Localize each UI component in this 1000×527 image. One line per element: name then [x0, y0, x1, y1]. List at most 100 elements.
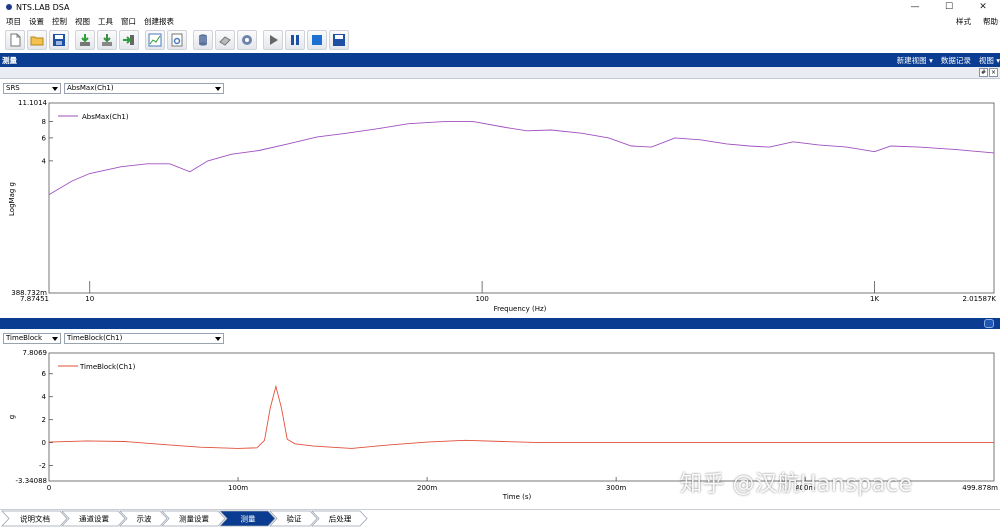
load-arrow-icon	[123, 35, 134, 45]
save-data-icon	[333, 34, 345, 46]
workflow-tab-label: 通道设置	[79, 514, 109, 524]
play-button[interactable]	[263, 30, 283, 50]
top-x-tick-label: 100	[475, 295, 488, 303]
bottom-legend-label: TimeBlock(Ch1)	[79, 363, 136, 371]
menu-style[interactable]: 样式	[956, 16, 971, 27]
menu-project[interactable]: 项目	[6, 16, 21, 27]
pause-button[interactable]	[285, 30, 305, 50]
new-view-button[interactable]: 新建视图 ▾	[897, 55, 933, 66]
chevron-down-icon	[215, 336, 221, 341]
bottom-plot-area	[48, 352, 995, 482]
workflow-tab[interactable]: 说明文档	[1, 510, 68, 527]
srs-chart: AbsMax(Ch1) LogMag g 11.1014 388.732m 7.…	[0, 95, 1000, 317]
import-button[interactable]	[75, 30, 95, 50]
top-view-subbar: # ×	[0, 67, 1000, 79]
play-icon	[270, 35, 278, 45]
bottom-mode-value: TimeBlock	[6, 334, 43, 342]
workflow-tab[interactable]: 验证	[269, 510, 318, 527]
workflow-tab-label: 验证	[287, 514, 302, 524]
maximize-button[interactable]: ☐	[932, 0, 966, 14]
top-x-tick-label: 10	[85, 295, 94, 303]
window-title: NTS.LAB DSA	[16, 2, 70, 12]
bottom-y-tick-label: -2	[39, 462, 46, 470]
bottom-channel-select[interactable]: TimeBlock(Ch1)	[64, 332, 224, 344]
save-button[interactable]	[49, 30, 69, 50]
workflow-tab[interactable]: 通道设置	[61, 510, 126, 527]
database-button[interactable]	[193, 30, 213, 50]
bottom-x-min-label: 0	[47, 484, 51, 492]
view-splitter[interactable]	[0, 318, 1000, 329]
menu-window[interactable]: 窗口	[121, 16, 136, 27]
bottom-selector-row: TimeBlock TimeBlock(Ch1)	[0, 331, 1000, 345]
bottom-y-tick-label: 0	[42, 439, 46, 447]
menu-help[interactable]: 帮助	[983, 16, 998, 27]
top-channel-select[interactable]: AbsMax(Ch1)	[64, 82, 224, 94]
bottom-y-axis-label: g	[8, 415, 16, 419]
minimize-button[interactable]: —	[898, 0, 932, 14]
top-x-axis-label: Frequency (Hz)	[494, 305, 547, 313]
bottom-mode-select[interactable]: TimeBlock	[3, 332, 61, 344]
top-y-axis-label: LogMag g	[8, 182, 16, 216]
bottom-channel-value: TimeBlock(Ch1)	[67, 334, 123, 342]
load-button[interactable]	[119, 30, 139, 50]
close-view-icon[interactable]: ×	[989, 68, 998, 77]
top-x-tick-label: 1K	[870, 295, 879, 303]
stop-button[interactable]	[307, 30, 327, 50]
bottom-y-tick-label: 4	[42, 393, 47, 401]
chart-view-button[interactable]	[145, 30, 165, 50]
page-gear-icon	[171, 33, 183, 47]
top-legend-label: AbsMax(Ch1)	[82, 113, 129, 121]
top-selector-row: SRS AbsMax(Ch1)	[0, 81, 1000, 95]
open-folder-button[interactable]	[27, 30, 47, 50]
save-data-button[interactable]	[329, 30, 349, 50]
top-x-max-label: 2.01587K	[962, 295, 996, 303]
bottom-x-axis-label: Time (s)	[502, 493, 532, 501]
chevron-down-icon	[215, 86, 221, 91]
top-x-min-label: 7.87451	[20, 295, 49, 303]
stop-icon	[312, 35, 322, 45]
download-arrow-icon	[80, 34, 90, 46]
menu-view[interactable]: 视图	[75, 16, 90, 27]
new-document-icon	[10, 33, 21, 47]
workflow-tab[interactable]: 测量设置	[161, 510, 226, 527]
workflow-tab-label: 说明文档	[20, 514, 50, 524]
workflow-tab[interactable]: 示波	[119, 510, 168, 527]
chevron-down-icon	[52, 336, 58, 341]
save-icon	[53, 34, 65, 46]
bottom-y-max-label: 7.8069	[23, 349, 48, 357]
panel-title: 测量	[2, 55, 17, 65]
splitter-handle[interactable]	[984, 319, 994, 328]
bottom-x-tick-label: 200m	[417, 484, 437, 492]
measurement-panel-header: 测量 新建视图 ▾ 数据记录 视图 ▾	[0, 53, 1000, 67]
pin-icon[interactable]: #	[979, 68, 988, 77]
chart-icon	[148, 33, 162, 47]
gear-button[interactable]	[237, 30, 257, 50]
toolbar	[0, 28, 1000, 52]
app-logo-icon	[6, 4, 12, 10]
workflow-tab[interactable]: 后处理	[311, 510, 368, 527]
bottom-x-max-label: 499.878m	[962, 484, 998, 492]
eraser-button[interactable]	[215, 30, 235, 50]
menu-tools[interactable]: 工具	[98, 16, 113, 27]
menu-create-report[interactable]: 创建报表	[144, 16, 174, 27]
pause-icon	[291, 35, 299, 45]
data-record-button[interactable]: 数据记录	[941, 55, 971, 66]
settings-page-button[interactable]	[167, 30, 187, 50]
gear-icon	[242, 35, 252, 45]
workflow-tab[interactable]: 测量	[219, 510, 276, 527]
menu-control[interactable]: 控制	[52, 16, 67, 27]
menu-settings[interactable]: 设置	[29, 16, 44, 27]
bottom-x-tick-label: 300m	[606, 484, 626, 492]
workflow-tab-label: 示波	[137, 514, 152, 524]
top-y-tick-label: 8	[42, 118, 46, 126]
view-menu-button[interactable]: 视图 ▾	[979, 55, 1000, 66]
menu-bar: 项目 设置 控制 视图 工具 窗口 创建报表 样式 帮助	[0, 14, 1000, 28]
close-button[interactable]: ✕	[966, 0, 1000, 14]
bottom-y-tick-label: 6	[42, 370, 47, 378]
new-document-button[interactable]	[5, 30, 25, 50]
top-mode-select[interactable]: SRS	[3, 82, 61, 94]
workflow-tab-label: 测量设置	[179, 514, 209, 524]
watermark-text: 知乎 @汉航Hanspace	[680, 472, 913, 497]
export-button[interactable]	[97, 30, 117, 50]
folder-icon	[30, 36, 44, 46]
